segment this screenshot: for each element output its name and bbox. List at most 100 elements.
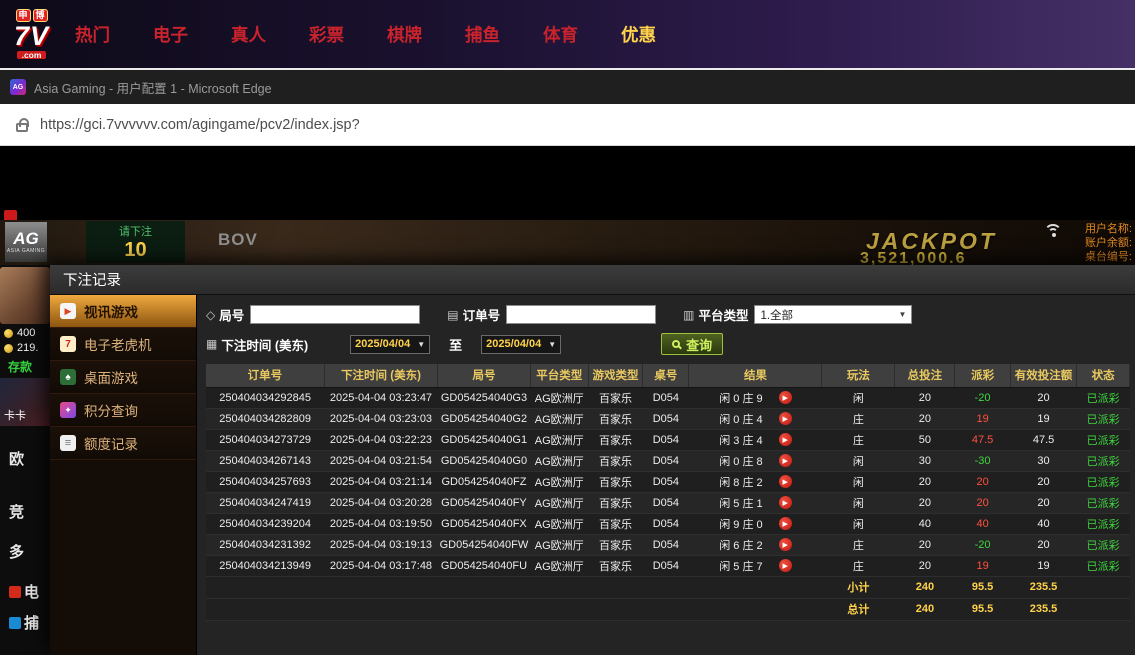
filter-row-1: ◇ 局号 ▤ 订单号 ▥ 平台类型 1.全部 ▼	[206, 305, 1130, 324]
cell: 百家乐	[588, 513, 643, 535]
cell: 2025-04-04 03:23:03	[324, 408, 438, 430]
cell: AG欧洲厅	[530, 492, 589, 514]
menu-item[interactable]: 7 电子老虎机	[50, 328, 196, 361]
promo-banner[interactable]: 卡卡	[0, 378, 50, 426]
search-button-label: 查询	[686, 337, 713, 353]
gold-balance-value: 400	[17, 327, 36, 339]
menu-item-label: 视讯游戏	[84, 305, 138, 320]
cell: AG欧洲厅	[530, 513, 589, 535]
game-side-tab[interactable]: 捕	[0, 612, 50, 633]
cell: 19	[1010, 408, 1077, 430]
game-side-tab[interactable]: 竞	[0, 501, 50, 522]
date-to-picker[interactable]: 2025/04/04 ▼	[481, 334, 562, 354]
order-number-input[interactable]	[506, 305, 657, 324]
cell: -20	[954, 387, 1011, 409]
gold-balance: 400	[4, 327, 35, 339]
cell: D054	[642, 471, 689, 493]
menu-item[interactable]: ≡ 额度记录	[50, 427, 196, 460]
nav-item[interactable]: 电子	[153, 22, 188, 47]
table-body: 250404034292845 2025-04-04 03:23:47 GD0542…	[206, 387, 1130, 621]
nav-item[interactable]: 优惠	[621, 22, 656, 47]
cell: 闲 6 庄 2 ▶	[688, 534, 822, 556]
cell	[588, 576, 643, 599]
replay-button[interactable]: ▶	[778, 391, 792, 404]
deposit-button[interactable]: 存款	[8, 358, 32, 375]
slot-machine-icon: 7	[60, 336, 76, 352]
cell: 闲 3 庄 4 ▶	[688, 429, 822, 451]
table-game-icon: ♠	[60, 369, 76, 385]
menu-item-label: 桌面游戏	[84, 371, 138, 386]
logo-domain: .com	[16, 51, 47, 60]
menu-item[interactable]: ✦ 积分查询	[50, 394, 196, 427]
cell: 20	[1010, 387, 1077, 409]
game-page: AG ASIA GAMING 请下注 10 BOV JACKPOT 3,521,…	[0, 146, 1135, 655]
replay-button[interactable]: ▶	[778, 517, 792, 530]
cell: 庄	[821, 534, 895, 556]
cell: 240	[894, 598, 955, 621]
cell: 闲 5 庄 7 ▶	[688, 555, 822, 577]
bet-record-row: 250404034247419 2025-04-04 03:20:28 GD0542…	[206, 492, 1130, 514]
nav-item[interactable]: 棋牌	[387, 22, 422, 47]
promo-banner-text: 卡卡	[4, 410, 26, 422]
calendar-icon: ▦	[206, 337, 218, 351]
replay-button[interactable]: ▶	[778, 412, 792, 425]
bet-countdown-box: 请下注 10	[86, 221, 185, 263]
game-side-tab[interactable]: 欧	[0, 448, 50, 469]
cell: 20	[894, 555, 955, 577]
replay-button[interactable]: ▶	[778, 496, 792, 509]
nav-item[interactable]: 真人	[231, 22, 266, 47]
cell: 已派彩	[1076, 555, 1130, 577]
cell: AG欧洲厅	[530, 471, 589, 493]
account-balance-label: 账户余额:	[1084, 237, 1132, 249]
cell: 20	[1010, 471, 1077, 493]
tab-label: 多	[9, 544, 25, 561]
search-button[interactable]: 查询	[661, 333, 724, 355]
address-bar[interactable]: https://gci.7vvvvvv.com/agingame/pcv2/in…	[40, 117, 360, 133]
menu-item[interactable]: ♠ 桌面游戏	[50, 361, 196, 394]
cell: 2025-04-04 03:19:50	[324, 513, 438, 535]
replay-button[interactable]: ▶	[778, 475, 792, 488]
game-side-tab[interactable]: 电	[0, 581, 50, 602]
cell: 250404034213949	[206, 555, 325, 577]
menu-item-label: 电子老虎机	[84, 338, 152, 353]
to-label: 至	[449, 337, 463, 353]
nav-item[interactable]: 彩票	[309, 22, 344, 47]
platform-type-select[interactable]: 1.全部 ▼	[754, 305, 913, 324]
nav-item[interactable]: 热门	[75, 22, 110, 47]
cell: D054	[642, 555, 689, 577]
cell: 百家乐	[588, 471, 643, 493]
site-logo[interactable]: 申 博 7V .com	[14, 8, 49, 60]
replay-button[interactable]: ▶	[778, 559, 792, 572]
cell: 闲	[821, 387, 895, 409]
cell: 百家乐	[588, 555, 643, 577]
date-to-value: 2025/04/04	[486, 338, 542, 350]
cell: GD054254040G2	[437, 408, 531, 430]
avatar[interactable]	[0, 267, 50, 324]
cell: GD054254040FZ	[437, 471, 531, 493]
nav-item[interactable]: 捕鱼	[465, 22, 500, 47]
cell: -20	[954, 534, 1011, 556]
account-info-panel: 用户名称: 账户余额: 桌台编号:	[1085, 222, 1132, 264]
date-from-picker[interactable]: 2025/04/04 ▼	[350, 334, 431, 354]
cell: 20	[894, 534, 955, 556]
cell: 百家乐	[588, 450, 643, 472]
round-tag-icon: ◇	[206, 307, 216, 322]
dropdown-arrow-icon: ▼	[417, 339, 426, 349]
menu-item[interactable]: ▶ 视讯游戏	[50, 295, 196, 328]
replay-button[interactable]: ▶	[778, 433, 792, 446]
cell: 已派彩	[1076, 492, 1130, 514]
result-text: 闲 0 庄 9	[719, 392, 763, 405]
cell: 250404034267143	[206, 450, 325, 472]
cell: 小计	[821, 576, 895, 599]
cell: D054	[642, 513, 689, 535]
cell	[1076, 598, 1130, 621]
replay-button[interactable]: ▶	[778, 454, 792, 467]
round-number-input[interactable]	[250, 305, 421, 324]
game-side-tab[interactable]: 多	[0, 541, 50, 562]
cell: 20	[894, 471, 955, 493]
cell: 20	[894, 492, 955, 514]
replay-button[interactable]: ▶	[778, 538, 792, 551]
cell	[206, 598, 325, 621]
bet-time-label: 下注时间 (美东)	[221, 338, 309, 353]
nav-item[interactable]: 体育	[543, 22, 578, 47]
